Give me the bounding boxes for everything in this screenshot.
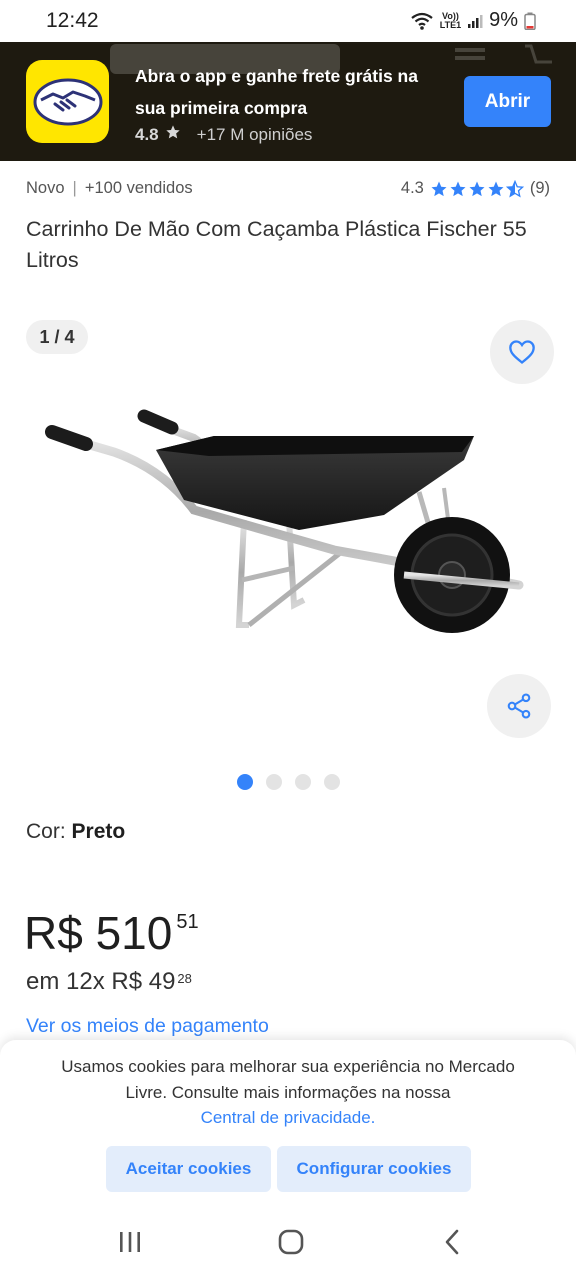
price-main: R$ 510 — [24, 907, 173, 959]
recents-button[interactable] — [110, 1224, 150, 1260]
app-review-count: +17 M opiniões — [196, 124, 313, 144]
back-button[interactable] — [432, 1224, 472, 1260]
signal-icon — [467, 13, 483, 29]
pagination-dot-active[interactable] — [237, 774, 253, 790]
star-full-icon — [431, 181, 447, 196]
star-half-icon — [505, 179, 524, 197]
pagination-dot[interactable] — [266, 774, 282, 790]
heart-icon — [509, 340, 535, 364]
star-icon — [165, 124, 181, 145]
color-value: Preto — [71, 820, 126, 843]
star-full-icon — [469, 181, 485, 196]
open-app-button[interactable]: Abrir — [464, 76, 551, 127]
favorite-button[interactable] — [490, 320, 554, 384]
star-full-icon — [450, 181, 466, 196]
app-rating: 4.8 +17 M opiniões — [135, 124, 312, 145]
battery-icon — [524, 12, 536, 30]
color-label: Cor: — [26, 820, 72, 843]
product-condition: Novo | +100 vendidos — [26, 179, 193, 198]
price: R$ 510 51 — [24, 905, 199, 961]
cookie-message: Usamos cookies para melhorar sua experiê… — [40, 1054, 536, 1131]
price-cents: 51 — [176, 911, 199, 933]
status-indicators: Vo)) LTE1 9% — [410, 9, 536, 32]
back-icon — [445, 1229, 459, 1255]
home-icon — [278, 1229, 304, 1255]
star-full-icon — [488, 181, 504, 196]
rating-stars — [430, 179, 524, 198]
mercado-livre-logo — [26, 60, 109, 143]
condition-label: Novo — [26, 179, 65, 197]
color-variant: Cor: Preto — [26, 820, 125, 844]
pagination-dot[interactable] — [295, 774, 311, 790]
system-navigation-bar — [0, 1200, 576, 1280]
share-icon — [507, 693, 531, 719]
network-label-bottom: LTE1 — [439, 19, 462, 30]
status-time: 12:42 — [46, 9, 99, 32]
accept-cookies-button[interactable]: Aceitar cookies — [106, 1146, 271, 1192]
wheelbarrow-image — [45, 409, 524, 633]
network-type-label: Vo)) LTE1 — [439, 11, 462, 30]
payment-methods-link[interactable]: Ver os meios de pagamento — [26, 1015, 269, 1038]
app-rating-value: 4.8 — [135, 124, 159, 144]
installments-main: em 12x R$ 49 — [26, 968, 176, 995]
sold-count: +100 vendidos — [84, 179, 193, 197]
product-title: Carrinho De Mão Com Caçamba Plástica Fis… — [26, 217, 527, 272]
installments-cents: 28 — [177, 971, 192, 986]
cookie-text: Usamos cookies para melhorar sua experiê… — [61, 1057, 515, 1102]
product-gallery[interactable]: 1 / 4 — [0, 310, 576, 770]
image-counter: 1 / 4 — [26, 320, 88, 354]
battery-percent: 9% — [489, 9, 518, 31]
configure-cookies-button[interactable]: Configurar cookies — [277, 1146, 471, 1192]
home-button[interactable] — [271, 1224, 311, 1260]
handshake-icon — [33, 78, 102, 125]
review-count: (9) — [529, 179, 550, 197]
gallery-pagination[interactable] — [237, 774, 340, 790]
wifi-icon — [410, 12, 434, 30]
recents-icon — [120, 1232, 140, 1252]
banner-title: Abra o app e ganhe frete grátis na sua p… — [135, 66, 418, 118]
product-rating[interactable]: 4.3 (9) — [401, 179, 550, 198]
share-button[interactable] — [487, 674, 551, 738]
rating-value: 4.3 — [400, 179, 424, 197]
pagination-dot[interactable] — [324, 774, 340, 790]
status-bar: 12:42 Vo)) LTE1 9% — [0, 0, 576, 42]
installments: em 12x R$ 49 28 — [26, 968, 192, 996]
privacy-center-link[interactable]: Central de privacidade. — [40, 1105, 536, 1131]
separator: | — [72, 179, 77, 197]
app-download-banner: Abra o app e ganhe frete grátis na sua p… — [0, 42, 576, 161]
